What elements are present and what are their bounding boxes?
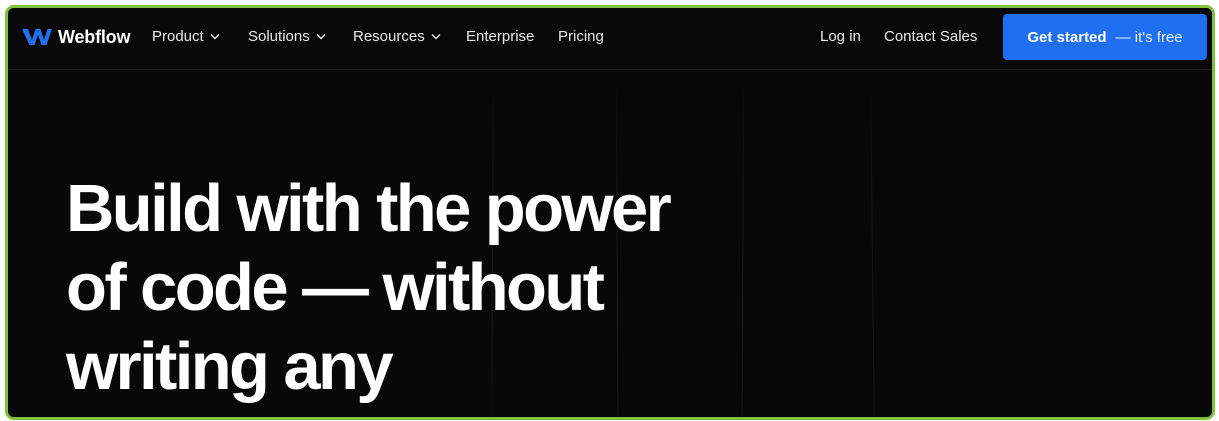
chevron-down-icon (316, 34, 326, 40)
login-label: Log in (820, 28, 861, 45)
login-link[interactable]: Log in (820, 28, 861, 45)
top-navigation: Webflow Product Solutions Resources Ente… (8, 8, 1212, 70)
nav-item-resources[interactable]: Resources (353, 28, 441, 45)
nav-item-label: Pricing (558, 28, 604, 45)
nav-item-product[interactable]: Product (152, 28, 220, 45)
contact-sales-label: Contact Sales (884, 28, 978, 45)
webflow-logo-icon (22, 29, 52, 45)
nav-item-label: Enterprise (466, 28, 535, 45)
browser-frame: Webflow Product Solutions Resources Ente… (5, 5, 1215, 420)
chevron-down-icon (210, 34, 220, 40)
headline-line-3: writing any (66, 329, 394, 404)
hero-headline: Build with the power of code — without w… (66, 169, 672, 406)
nav-item-label: Product (152, 28, 204, 45)
headline-line-2: of code — without (66, 250, 605, 325)
contact-sales-link[interactable]: Contact Sales (884, 28, 977, 45)
hero-section: Build with the power of code — without w… (8, 70, 1212, 417)
chevron-down-icon (431, 34, 441, 40)
nav-item-label: Solutions (248, 28, 310, 45)
cta-primary-label: Get started (1027, 28, 1107, 46)
nav-item-solutions[interactable]: Solutions (248, 28, 326, 45)
background-streak (741, 71, 744, 417)
cta-secondary-label: — it's free (1115, 28, 1183, 46)
logo-text: Webflow (58, 26, 131, 47)
nav-item-enterprise[interactable]: Enterprise (466, 28, 534, 45)
nav-item-label: Resources (353, 28, 425, 45)
background-streak (870, 70, 875, 417)
headline-line-1: Build with the power (66, 171, 672, 246)
webflow-logo[interactable]: Webflow (22, 25, 130, 49)
get-started-button[interactable]: Get started — it's free (1003, 14, 1207, 60)
nav-item-pricing[interactable]: Pricing (558, 28, 604, 45)
